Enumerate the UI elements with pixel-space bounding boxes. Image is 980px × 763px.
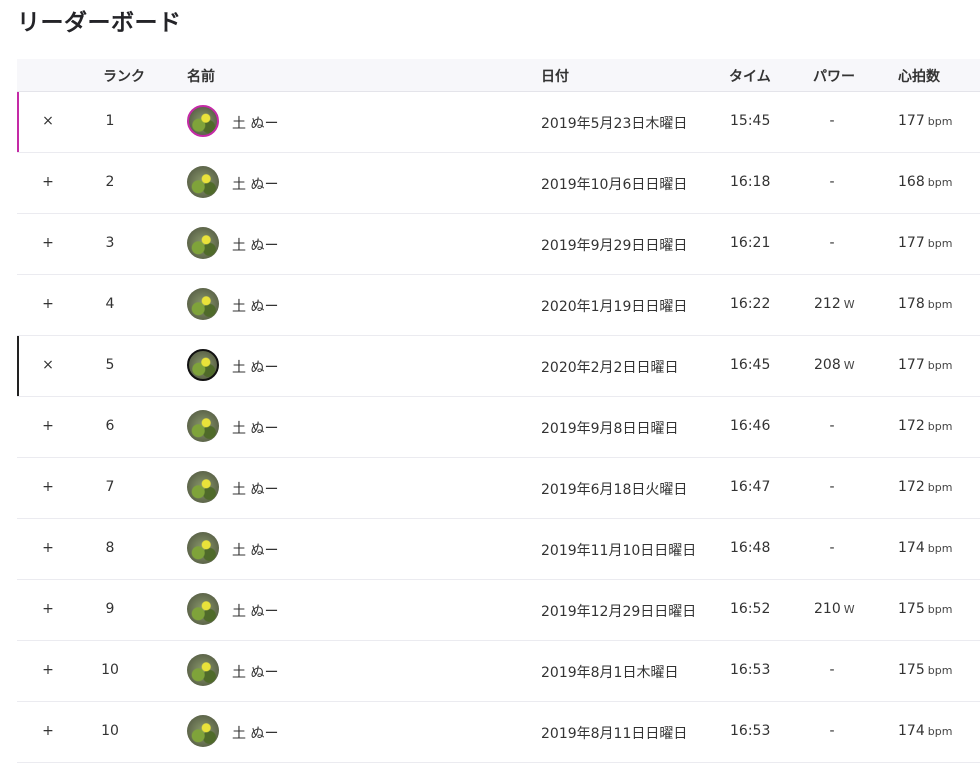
table-row[interactable]: + 9 土 ぬー 2019年12月29日日曜日 16:52 210 W 175 bp… (17, 580, 980, 641)
heart-rate-cell: 177 bpm (898, 235, 953, 251)
expand-toggle-icon[interactable]: + (39, 660, 57, 680)
avatar[interactable] (187, 471, 219, 503)
heart-rate-cell: 174 bpm (898, 723, 953, 739)
expand-toggle-icon[interactable]: + (39, 477, 57, 497)
header-date[interactable]: 日付 (541, 66, 569, 86)
date-cell: 2019年5月23日木曜日 (541, 116, 688, 132)
power-cell: 210 W (814, 601, 855, 617)
power-cell: - (829, 479, 835, 495)
table-row[interactable]: × 1 土 ぬー 2019年5月23日木曜日 15:45 - 177 bpm (17, 92, 980, 153)
table-body: × 1 土 ぬー 2019年5月23日木曜日 15:45 - 177 bpm + … (17, 92, 980, 763)
table-row[interactable]: + 4 土 ぬー 2020年1月19日日曜日 16:22 212 W 178 bpm (17, 275, 980, 336)
expand-toggle-icon[interactable]: + (39, 233, 57, 253)
avatar[interactable] (187, 227, 219, 259)
heart-rate-cell: 172 bpm (898, 479, 953, 495)
date-cell: 2019年11月10日日曜日 (541, 543, 697, 559)
athlete-name[interactable]: 土 ぬー (232, 113, 278, 133)
date-cell: 2019年10月6日日曜日 (541, 177, 688, 193)
heart-rate-cell: 178 bpm (898, 296, 953, 312)
date-cell: 2019年8月1日木曜日 (541, 665, 679, 681)
heart-rate-cell: 175 bpm (898, 601, 953, 617)
expand-toggle-icon[interactable]: × (39, 111, 57, 131)
avatar[interactable] (187, 715, 219, 747)
expand-toggle-icon[interactable]: + (39, 538, 57, 558)
time-cell: 16:45 (730, 357, 771, 373)
header-rank[interactable]: ランク (103, 66, 145, 86)
expand-toggle-icon[interactable]: + (39, 172, 57, 192)
power-cell: - (829, 540, 835, 556)
leaderboard-table: ランク 名前 日付 タイム パワー 心拍数 × 1 土 ぬー 2019年5月23… (17, 59, 980, 763)
athlete-name[interactable]: 土 ぬー (232, 601, 278, 621)
time-cell: 16:52 (730, 601, 771, 617)
avatar[interactable] (187, 166, 219, 198)
avatar[interactable] (187, 410, 219, 442)
expand-toggle-icon[interactable]: + (39, 599, 57, 619)
table-row[interactable]: + 2 土 ぬー 2019年10月6日日曜日 16:18 - 168 bpm (17, 153, 980, 214)
athlete-name[interactable]: 土 ぬー (232, 723, 278, 743)
date-cell: 2019年6月18日火曜日 (541, 482, 688, 498)
heart-rate-cell: 174 bpm (898, 540, 953, 556)
avatar[interactable] (187, 349, 219, 381)
table-row[interactable]: × 5 土 ぬー 2020年2月2日日曜日 16:45 208 W 177 bpm (17, 336, 980, 397)
power-cell: - (829, 113, 835, 129)
avatar[interactable] (187, 105, 219, 137)
power-cell: - (829, 662, 835, 678)
avatar[interactable] (187, 654, 219, 686)
heart-rate-cell: 177 bpm (898, 113, 953, 129)
header-time[interactable]: タイム (729, 66, 771, 86)
athlete-name[interactable]: 土 ぬー (232, 235, 278, 255)
time-cell: 16:53 (730, 723, 771, 739)
header-power[interactable]: パワー (813, 66, 855, 86)
table-row[interactable]: + 3 土 ぬー 2019年9月29日日曜日 16:21 - 177 bpm (17, 214, 980, 275)
power-cell: - (829, 723, 835, 739)
expand-toggle-icon[interactable]: + (39, 294, 57, 314)
power-cell: - (829, 235, 835, 251)
date-cell: 2020年1月19日日曜日 (541, 299, 688, 315)
power-cell: - (829, 174, 835, 190)
time-cell: 16:46 (730, 418, 771, 434)
table-row[interactable]: + 8 土 ぬー 2019年11月10日日曜日 16:48 - 174 bpm (17, 519, 980, 580)
avatar[interactable] (187, 288, 219, 320)
power-cell: 208 W (814, 357, 855, 373)
heart-rate-cell: 168 bpm (898, 174, 953, 190)
table-row[interactable]: + 6 土 ぬー 2019年9月8日日曜日 16:46 - 172 bpm (17, 397, 980, 458)
time-cell: 16:22 (730, 296, 771, 312)
power-cell: 212 W (814, 296, 855, 312)
athlete-name[interactable]: 土 ぬー (232, 296, 278, 316)
expand-toggle-icon[interactable]: + (39, 721, 57, 741)
avatar[interactable] (187, 532, 219, 564)
athlete-name[interactable]: 土 ぬー (232, 357, 278, 377)
athlete-name[interactable]: 土 ぬー (232, 540, 278, 560)
avatar[interactable] (187, 593, 219, 625)
table-row[interactable]: + 10 土 ぬー 2019年8月1日木曜日 16:53 - 175 bpm (17, 641, 980, 702)
time-cell: 15:45 (730, 113, 771, 129)
date-cell: 2019年9月29日日曜日 (541, 238, 688, 254)
expand-toggle-icon[interactable]: + (39, 416, 57, 436)
athlete-name[interactable]: 土 ぬー (232, 479, 278, 499)
page-title: リーダーボード (17, 10, 182, 36)
date-cell: 2019年8月11日日曜日 (541, 726, 688, 742)
header-heart-rate[interactable]: 心拍数 (898, 66, 940, 86)
time-cell: 16:53 (730, 662, 771, 678)
time-cell: 16:47 (730, 479, 771, 495)
time-cell: 16:18 (730, 174, 771, 190)
date-cell: 2019年12月29日日曜日 (541, 604, 697, 620)
power-cell: - (829, 418, 835, 434)
date-cell: 2019年9月8日日曜日 (541, 421, 679, 437)
athlete-name[interactable]: 土 ぬー (232, 174, 278, 194)
athlete-name[interactable]: 土 ぬー (232, 418, 278, 438)
header-name[interactable]: 名前 (187, 66, 215, 86)
time-cell: 16:48 (730, 540, 771, 556)
expand-toggle-icon[interactable]: × (39, 355, 57, 375)
table-row[interactable]: + 7 土 ぬー 2019年6月18日火曜日 16:47 - 172 bpm (17, 458, 980, 519)
heart-rate-cell: 172 bpm (898, 418, 953, 434)
table-header: ランク 名前 日付 タイム パワー 心拍数 (17, 59, 980, 92)
athlete-name[interactable]: 土 ぬー (232, 662, 278, 682)
table-row[interactable]: + 10 土 ぬー 2019年8月11日日曜日 16:53 - 174 bpm (17, 702, 980, 763)
heart-rate-cell: 175 bpm (898, 662, 953, 678)
time-cell: 16:21 (730, 235, 771, 251)
date-cell: 2020年2月2日日曜日 (541, 360, 679, 376)
heart-rate-cell: 177 bpm (898, 357, 953, 373)
